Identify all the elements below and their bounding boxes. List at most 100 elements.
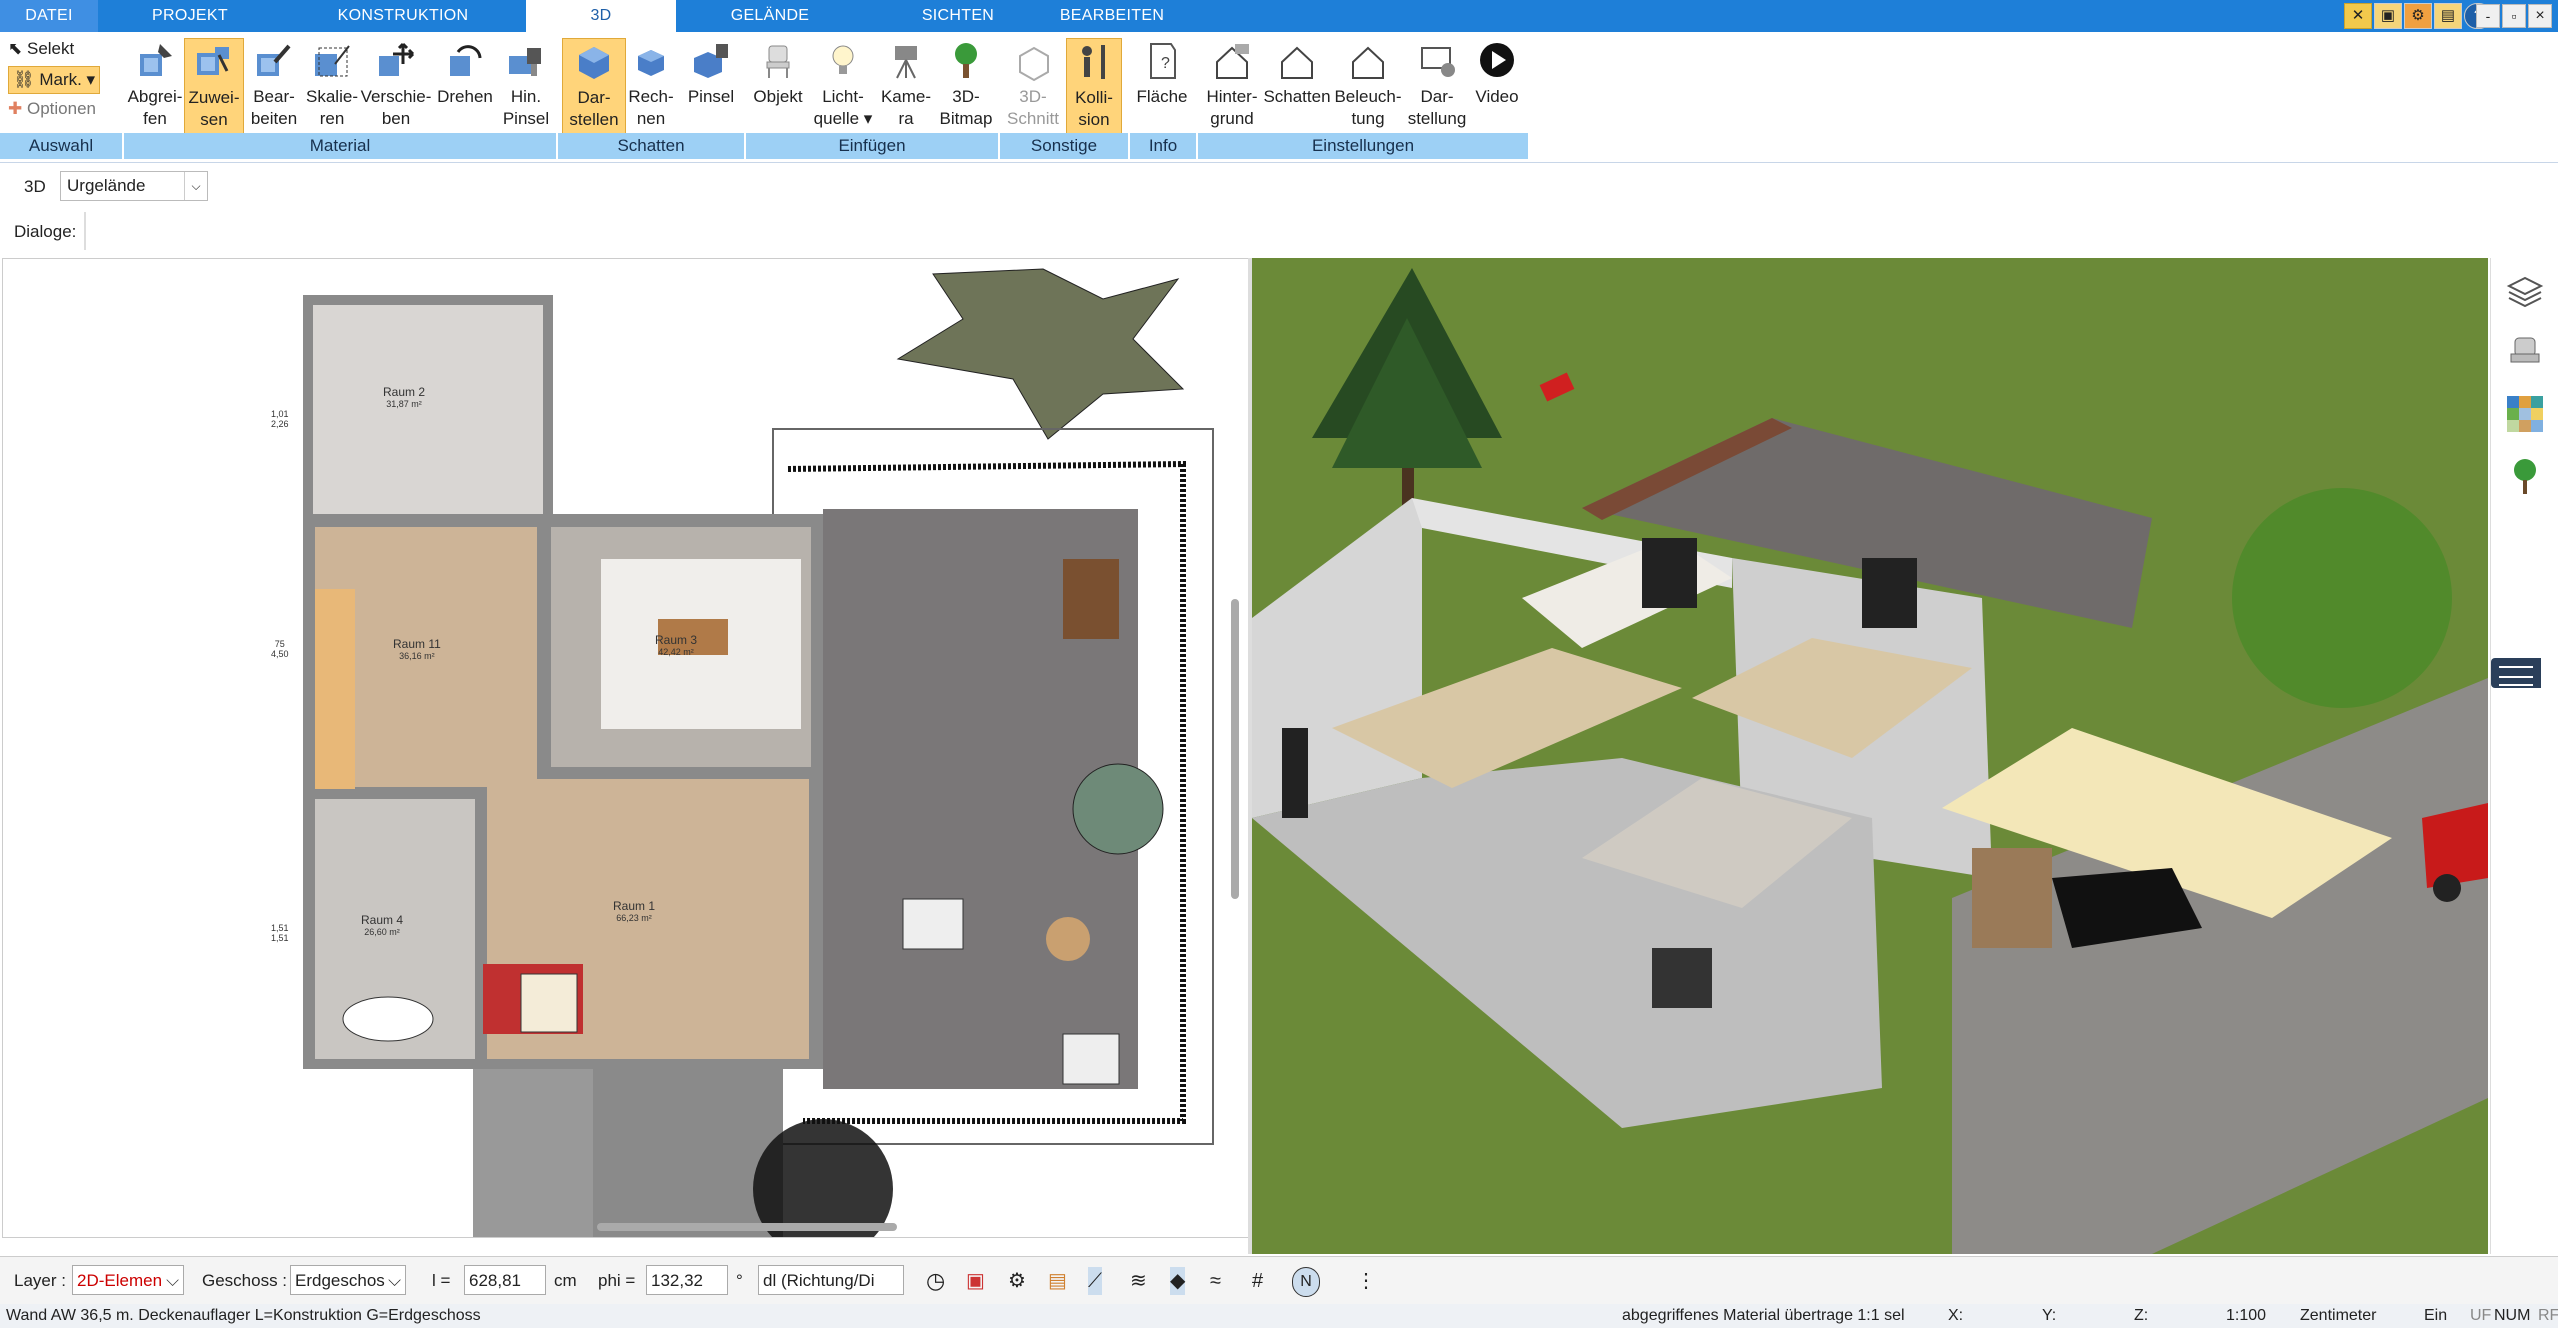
tab-bearbeiten[interactable]: BEARBEITEN [1050, 0, 1174, 32]
plant-icon[interactable] [2505, 456, 2545, 496]
horizontal-scrollbar[interactable] [597, 1223, 897, 1231]
maximize-button[interactable]: ▫ [2502, 4, 2526, 28]
drehen-button[interactable]: Drehen [432, 38, 498, 138]
3d-view[interactable] [1252, 258, 2488, 1254]
snap-icon[interactable]: ⟋ [1088, 1267, 1102, 1295]
beleuchtung-button[interactable]: Beleuch-tung [1332, 38, 1404, 138]
armchair-icon[interactable] [2505, 332, 2545, 372]
bitmap-button[interactable]: 3D- Bitmap [936, 38, 996, 138]
schnitt-label-2: Schnitt [1007, 109, 1059, 128]
materials-icon[interactable] [2505, 394, 2545, 434]
minimize-button[interactable]: - [2476, 4, 2500, 28]
length-input[interactable]: 628,81 [464, 1265, 546, 1295]
vertical-scrollbar[interactable] [1231, 599, 1239, 899]
bottom-toolbar: Layer : 2D-Elemen ⌵ Geschoss : Erdgeschos… [0, 1256, 2558, 1305]
abgreifen-label-1: Abgrei- [127, 87, 183, 106]
flaeche-button[interactable]: ? Fläche [1130, 38, 1194, 138]
hin-pinsel-button[interactable]: Hin. Pinsel [496, 38, 556, 138]
kollision-button[interactable]: Kolli-sion [1066, 38, 1122, 140]
room-label-raum-2: Raum 2 31,87 m² [383, 385, 426, 409]
window-icon[interactable]: ▤ [2434, 3, 2462, 29]
schatten-pinsel-label: Pinsel [687, 87, 735, 106]
mark-icon: ⛓ [13, 70, 35, 89]
status-scale: 1:100 [2226, 1307, 2267, 1324]
dialoge-bar: Dialoge: [0, 212, 2558, 250]
plane-icon[interactable]: ◆ [1170, 1267, 1186, 1295]
grid-icon[interactable]: # [1252, 1267, 1263, 1295]
svg-text:?: ? [1161, 55, 1170, 72]
length-unit: cm [554, 1271, 577, 1290]
status-unit: Zentimeter [2300, 1307, 2377, 1324]
skalieren-button[interactable]: Skalie-ren [302, 38, 362, 138]
more-icon[interactable]: ⋮ [1356, 1267, 1376, 1295]
hin-pinsel-label-2: Pinsel [502, 109, 550, 128]
layers-stack-icon[interactable]: ▤ [1048, 1267, 1067, 1295]
objects-icon[interactable]: ⚙ [1008, 1267, 1026, 1295]
floor-plan-view[interactable]: Raum 2 31,87 m² Raum 11 36,16 m² Raum 3 42,… [2, 258, 1250, 1238]
beleuchtung-label-1: Beleuch- [1334, 87, 1402, 106]
status-message: Wand AW 36,5 m. Deckenauflager L=Konstru… [6, 1307, 481, 1324]
verschieben-button[interactable]: Verschie-ben [360, 38, 432, 138]
menu-toggle[interactable] [2491, 658, 2541, 688]
tab-3d[interactable]: 3D [526, 0, 676, 32]
clip-icon[interactable]: ▣ [2374, 3, 2402, 29]
zuweisen-button[interactable]: Zuwei-sen [184, 38, 244, 140]
terrain-select[interactable]: Urgelände ⌵ [60, 171, 208, 201]
layer-select[interactable]: 2D-Elemen ⌵ [72, 1265, 184, 1295]
direction-select[interactable]: dl (Richtung/Di [758, 1265, 904, 1295]
hintergrund-button[interactable]: Hinter-grund [1200, 38, 1264, 138]
wall-snap-icon[interactable]: ≋ [1130, 1267, 1147, 1295]
cube-shadow-icon [579, 47, 609, 79]
group-sonstige: Sonstige [1000, 133, 1128, 159]
tab-projekt[interactable]: PROJEKT [120, 0, 260, 32]
tab-sichten[interactable]: SICHTEN [888, 0, 1028, 32]
plus-icon: ✚ [8, 99, 23, 118]
settings-icon[interactable]: ⚙ [2404, 3, 2432, 29]
group-schatten: Schatten [558, 133, 744, 159]
room-label-raum-11: Raum 11 36,16 m² [393, 637, 441, 661]
collision-icon [1082, 45, 1105, 79]
tab-datei[interactable]: DATEI [0, 0, 98, 32]
layers-icon[interactable] [2505, 272, 2545, 312]
darstellen-label-1: Dar- [577, 88, 611, 107]
kamera-button[interactable]: Kame-ra [876, 38, 936, 138]
geschoss-select[interactable]: Erdgeschos ⌵ [290, 1265, 406, 1295]
section-cut-icon [1019, 46, 1049, 82]
hintergrund-label-1: Hinter- [1206, 87, 1258, 106]
darstellen-button[interactable]: Dar-stellen [562, 38, 626, 140]
mark-button[interactable]: ⛓ Mark. ▾ [8, 66, 101, 94]
phi-label: phi = [598, 1271, 636, 1290]
tools-icon[interactable]: ✕ [2344, 3, 2372, 29]
darstellung-button[interactable]: Dar-stellung [1404, 38, 1470, 138]
selekt-button[interactable]: ⬉ Selekt [8, 36, 74, 62]
objekt-button[interactable]: Objekt [748, 38, 808, 138]
cursor-icon: ⬉ [8, 39, 23, 58]
rechnen-button[interactable]: Rech-nen [624, 38, 678, 138]
lichtquelle-button[interactable]: Licht-quelle ▾ [812, 38, 874, 138]
dialoge-label: Dialoge: [14, 222, 77, 241]
phi-unit: ° [736, 1271, 743, 1290]
bearbeiten-button[interactable]: Bear-beiten [244, 38, 304, 138]
bearbeiten-label-1: Bear- [253, 87, 295, 106]
tab-konstruktion[interactable]: KONSTRUKTION [318, 0, 488, 32]
optionen-button[interactable]: ✚ Optionen [8, 96, 96, 122]
schatten-pinsel-button[interactable]: Pinsel [680, 38, 742, 138]
group-info: Info [1130, 133, 1196, 159]
video-button[interactable]: Video [1466, 38, 1528, 138]
zuweisen-label-1: Zuwei- [188, 88, 240, 107]
monitor-icon[interactable]: ▣ [966, 1267, 985, 1295]
einst-schatten-button[interactable]: Schatten [1262, 38, 1332, 138]
north-icon[interactable]: N [1292, 1267, 1320, 1297]
verschieben-label-2: ben [381, 109, 411, 128]
tab-gelaende[interactable]: GELÄNDE [700, 0, 840, 32]
hintergrund-label-2: grund [1210, 109, 1254, 128]
edit-material-icon [257, 44, 291, 76]
abgreifen-button[interactable]: Abgrei-fen [120, 38, 190, 138]
lichtquelle-label-1: Licht- [822, 87, 864, 106]
phi-input[interactable]: 132,32 [646, 1265, 728, 1295]
schnitt-button[interactable]: 3D- Schnitt [1002, 38, 1064, 138]
clock-icon[interactable]: ◷ [926, 1267, 945, 1295]
room-label-raum-4: Raum 4 26,60 m² [361, 913, 404, 937]
close-button[interactable]: × [2528, 4, 2552, 28]
wave-icon[interactable]: ≈ [1210, 1267, 1221, 1295]
